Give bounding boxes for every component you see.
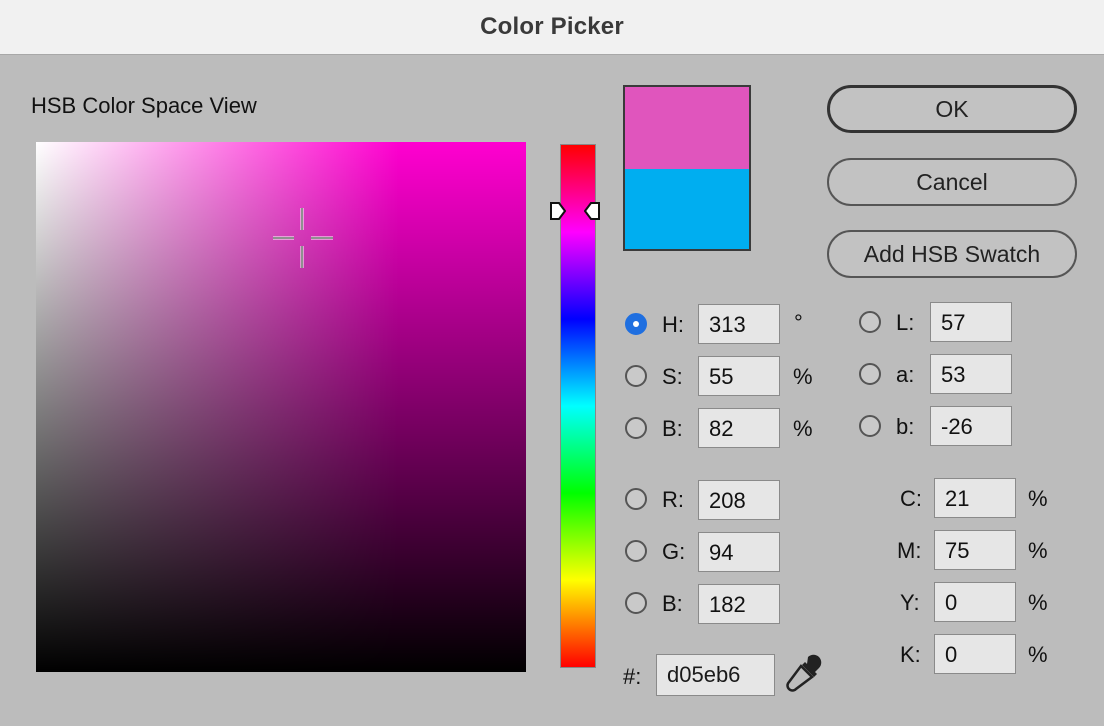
add-hsb-swatch-button[interactable]: Add HSB Swatch [827, 230, 1077, 278]
view-label: HSB Color Space View [31, 93, 257, 118]
new-color-swatch [625, 87, 749, 169]
lab-l-field[interactable]: 57 [930, 302, 1012, 342]
magenta-label: M: [897, 538, 922, 563]
radio-saturation[interactable] [625, 365, 647, 387]
hue-marker-right-icon[interactable] [583, 201, 600, 221]
green-field[interactable]: 94 [698, 532, 780, 572]
cyan-label: C: [900, 486, 922, 511]
radio-green[interactable] [625, 540, 647, 562]
title-bar[interactable]: Color Picker [0, 0, 1104, 55]
radio-lab-a[interactable] [859, 363, 881, 385]
hue-unit: ° [794, 310, 803, 335]
color-picker-dialog: Color Picker HSB Color Space View OK Can… [0, 0, 1104, 726]
blue-field[interactable]: 182 [698, 584, 780, 624]
radio-brightness[interactable] [625, 417, 647, 439]
brightness-field[interactable]: 82 [698, 408, 780, 448]
black-unit: % [1028, 642, 1048, 667]
radio-blue[interactable] [625, 592, 647, 614]
black-field[interactable]: 0 [934, 634, 1016, 674]
lab-a-label: a: [896, 362, 915, 387]
original-color-swatch[interactable] [625, 169, 749, 249]
red-field[interactable]: 208 [698, 480, 780, 520]
yellow-label: Y: [900, 590, 920, 615]
cyan-field[interactable]: 21 [934, 478, 1016, 518]
cyan-unit: % [1028, 486, 1048, 511]
lab-b-label: b: [896, 414, 915, 439]
ok-button[interactable]: OK [827, 85, 1077, 133]
crosshair-icon[interactable] [272, 207, 334, 269]
brightness-label: B: [662, 416, 683, 441]
hue-marker-left-icon[interactable] [550, 201, 567, 221]
red-label: R: [662, 487, 684, 512]
yellow-unit: % [1028, 590, 1048, 615]
green-label: G: [662, 539, 686, 564]
window-title: Color Picker [480, 13, 624, 40]
saturation-unit: % [793, 364, 813, 389]
magenta-field[interactable]: 75 [934, 530, 1016, 570]
radio-red[interactable] [625, 488, 647, 510]
hex-field[interactable]: d05eb6 [656, 654, 775, 696]
radio-lab-b[interactable] [859, 415, 881, 437]
lab-a-field[interactable]: 53 [930, 354, 1012, 394]
hex-label: #: [623, 664, 642, 689]
blue-label: B: [662, 591, 683, 616]
yellow-field[interactable]: 0 [934, 582, 1016, 622]
lab-l-label: L: [896, 310, 915, 335]
cancel-button[interactable]: Cancel [827, 158, 1077, 206]
magenta-unit: % [1028, 538, 1048, 563]
radio-hue[interactable] [625, 313, 647, 335]
hue-label: H: [662, 312, 684, 337]
black-label: K: [900, 642, 921, 667]
hue-field[interactable]: 313 [698, 304, 780, 344]
hue-slider[interactable] [560, 144, 596, 668]
brightness-unit: % [793, 416, 813, 441]
radio-lab-l[interactable] [859, 311, 881, 333]
color-comparison-swatch [623, 85, 751, 251]
eyedropper-icon[interactable] [786, 654, 822, 692]
saturation-label: S: [662, 364, 683, 389]
saturation-field[interactable]: 55 [698, 356, 780, 396]
lab-b-field[interactable]: -26 [930, 406, 1012, 446]
